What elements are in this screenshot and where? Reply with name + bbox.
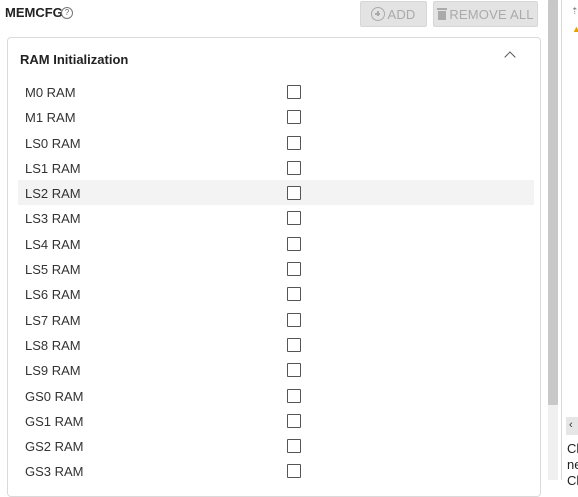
ram-row: LS8 RAM [18,332,534,357]
ram-checkbox[interactable] [287,211,301,226]
ram-checkbox[interactable] [287,186,301,201]
add-button-label: ADD [387,6,416,22]
add-button[interactable]: ADD [360,1,427,27]
right-pane-icon: ⇡ [571,6,578,16]
ram-row: LS9 RAM [18,357,534,382]
ram-checkbox[interactable] [287,110,301,125]
ram-row: GS0 RAM [18,383,534,408]
ram-row-label: LS9 RAM [25,363,81,379]
trash-icon [437,8,448,20]
ram-initialization-panel: RAM Initialization M0 RAM M1 RAM LS0 RAM LS… [7,37,541,497]
ram-row: LS4 RAM [18,231,534,256]
right-pane-text: Cl ne Cl [567,441,578,489]
help-icon[interactable]: ? [61,7,73,19]
ram-checkbox[interactable] [287,388,301,403]
ram-row: LS7 RAM [18,307,534,332]
remove-all-button[interactable]: REMOVE ALL [433,1,538,27]
ram-row: M0 RAM [18,79,534,104]
ram-row-label: M1 RAM [25,110,76,126]
ram-row: LS5 RAM [18,256,534,281]
warning-icon: ▲ [572,24,578,34]
ram-row-label: LS5 RAM [25,262,81,278]
ram-row: LS6 RAM [18,281,534,306]
ram-checkbox[interactable] [287,85,301,99]
ram-checkbox[interactable] [287,160,301,175]
panel-title: RAM Initialization [20,52,129,67]
ram-checkbox[interactable] [287,464,301,479]
ram-row: LS2 RAM [18,180,534,206]
ram-row-label: LS4 RAM [25,236,81,252]
ram-checkbox[interactable] [287,363,301,378]
ram-row: M1 RAM [18,104,534,129]
ram-row: LS0 RAM [18,130,534,155]
ram-row-label: LS0 RAM [25,135,81,151]
remove-all-button-label: REMOVE ALL [449,6,534,22]
ram-row-label: LS6 RAM [25,287,81,303]
module-title: MEMCFG [5,5,63,20]
chevron-left-icon[interactable]: ‹ [569,419,573,431]
ram-row: GS1 RAM [18,408,534,433]
ram-checkbox[interactable] [287,135,301,150]
ram-checkbox[interactable] [287,312,301,327]
ram-row: LS3 RAM [18,205,534,230]
ram-row-label: M0 RAM [25,85,76,100]
module-header: MEMCFG ? ADD REMOVE ALL [0,0,548,27]
ram-checkbox[interactable] [287,262,301,277]
ram-row-label: LS8 RAM [25,337,81,353]
ram-row-label: LS1 RAM [25,160,81,176]
ram-row-label: LS2 RAM [25,186,81,202]
ram-row-label: GS0 RAM [25,388,84,404]
chevron-up-icon[interactable] [504,51,516,63]
ram-row-label: GS2 RAM [25,439,84,455]
ram-row: LS1 RAM [18,155,534,180]
ram-row: GS2 RAM [18,433,534,458]
right-pane-line: ne [567,457,578,472]
ram-row-label: LS3 RAM [25,211,81,227]
ram-row-label: GS1 RAM [25,413,84,429]
ram-checkbox[interactable] [287,439,301,454]
right-pane-line: Cl [567,473,578,488]
ram-checkbox[interactable] [287,287,301,302]
ram-row-label: LS7 RAM [25,312,81,328]
add-circle-icon [371,7,386,21]
pane-divider[interactable] [561,0,562,480]
ram-checkbox[interactable] [287,236,301,251]
ram-list: M0 RAM M1 RAM LS0 RAM LS1 RAM LS2 RAM LS3 RAM… [18,79,534,484]
ram-checkbox[interactable] [287,413,301,428]
scrollbar-thumb[interactable] [548,0,558,405]
right-pane-line: Cl [567,441,578,456]
ram-row-label: GS3 RAM [25,464,84,480]
ram-checkbox[interactable] [287,337,301,352]
